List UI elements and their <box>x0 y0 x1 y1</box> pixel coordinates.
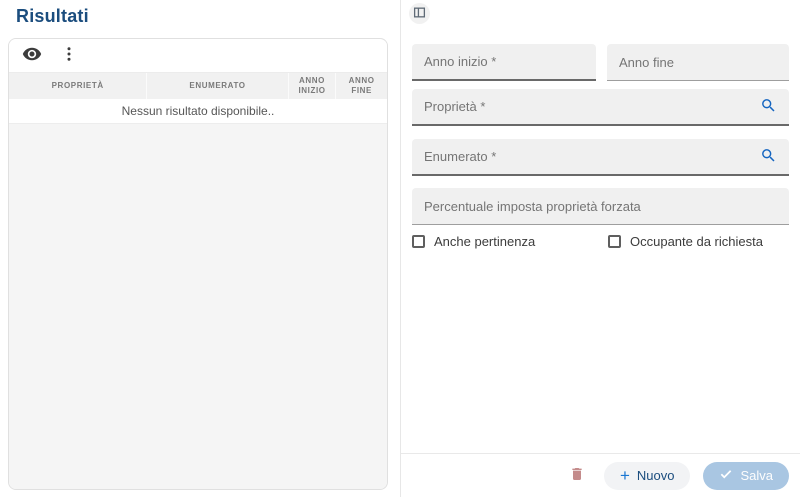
results-toolbar <box>9 39 387 72</box>
anno-inizio-label: Anno inizio * <box>424 54 496 69</box>
search-icon[interactable] <box>760 97 777 117</box>
proprieta-label: Proprietà * <box>424 99 485 114</box>
checkbox-icon[interactable] <box>412 235 425 248</box>
column-header-enumerato[interactable]: Enumerato <box>147 73 288 99</box>
percentuale-label: Percentuale imposta proprietà forzata <box>424 199 641 214</box>
occupante-da-richiesta-label: Occupante da richiesta <box>630 234 763 249</box>
results-card: Proprietà Enumerato Anno Inizio Anno Fin… <box>8 38 388 490</box>
visibility-toggle-button[interactable] <box>22 44 42 67</box>
panel-toggle-button[interactable] <box>409 3 430 24</box>
enumerato-field[interactable]: Enumerato * <box>412 139 789 176</box>
results-table-header: Proprietà Enumerato Anno Inizio Anno Fin… <box>9 72 387 99</box>
empty-state-message: Nessun risultato disponibile.. <box>9 99 387 124</box>
anche-pertinenza-label: Anche pertinenza <box>434 234 535 249</box>
column-header-anno-inizio[interactable]: Anno Inizio <box>289 73 337 99</box>
enumerato-label: Enumerato * <box>424 149 496 164</box>
delete-button[interactable] <box>563 462 591 490</box>
check-icon <box>719 467 733 484</box>
column-header-proprieta[interactable]: Proprietà <box>9 73 147 99</box>
detail-form-panel: Anno inizio * Anno fine Proprietà * Enum… <box>401 0 800 497</box>
occupante-da-richiesta-checkbox[interactable]: Occupante da richiesta <box>608 234 763 249</box>
proprieta-field[interactable]: Proprietà * <box>412 89 789 126</box>
form-footer: + Nuovo Salva <box>401 453 800 497</box>
split-view-icon <box>413 6 426 22</box>
nuovo-button-label: Nuovo <box>637 468 675 483</box>
app-window: Risultati <box>0 0 800 497</box>
anno-fine-label: Anno fine <box>619 55 674 70</box>
salva-button[interactable]: Salva <box>703 462 789 490</box>
plus-icon: + <box>620 467 630 484</box>
more-vert-icon <box>60 45 78 66</box>
trash-icon <box>569 466 585 485</box>
page-title: Risultati <box>16 6 89 27</box>
visibility-icon <box>22 44 42 67</box>
nuovo-button[interactable]: + Nuovo <box>604 462 691 490</box>
anche-pertinenza-checkbox[interactable]: Anche pertinenza <box>412 234 535 249</box>
anno-inizio-field[interactable]: Anno inizio * <box>412 44 596 81</box>
search-icon[interactable] <box>760 147 777 167</box>
percentuale-field[interactable]: Percentuale imposta proprietà forzata <box>412 188 789 225</box>
anno-fine-field[interactable]: Anno fine <box>607 44 789 81</box>
results-menu-button[interactable] <box>60 45 78 66</box>
salva-button-label: Salva <box>740 468 773 483</box>
column-header-anno-fine[interactable]: Anno Fine <box>336 73 387 99</box>
table-empty-area <box>9 124 387 489</box>
checkbox-icon[interactable] <box>608 235 621 248</box>
